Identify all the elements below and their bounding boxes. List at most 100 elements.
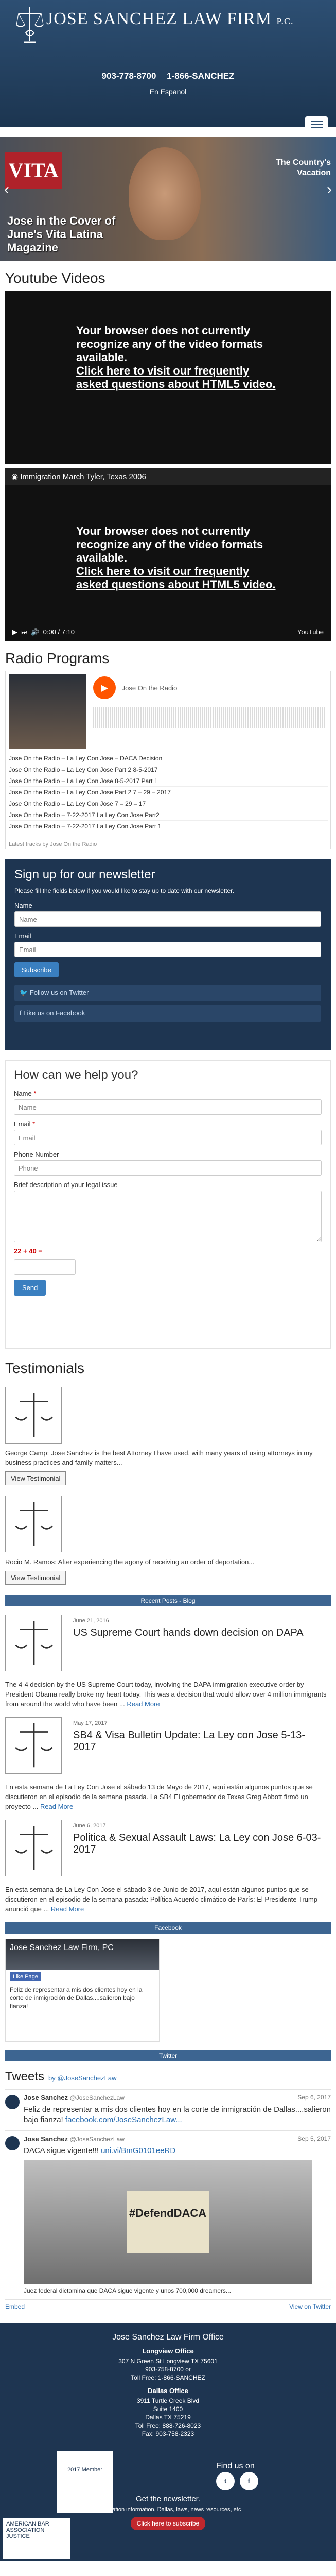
twitter-footer: Embed View on Twitter — [5, 2299, 331, 2313]
language-link[interactable]: En Espanol — [0, 88, 336, 96]
send-button[interactable]: Send — [14, 1280, 46, 1296]
membership-badge: 2017 Member — [57, 2451, 113, 2513]
contact-email-input[interactable] — [14, 1130, 322, 1145]
captcha-question: 22 + 40 = — [14, 1247, 42, 1255]
soundcloud-player[interactable]: ▶ Jose On the Radio Jose On the Radio – … — [5, 671, 331, 849]
avatar — [5, 2095, 20, 2109]
waveform[interactable] — [93, 707, 325, 728]
video-title: ◉ Immigration March Tyler, Texas 2006 — [5, 468, 331, 485]
tweet[interactable]: Jose Sanchez @JoseSanchezLaw Sep 5, 2017… — [5, 2130, 331, 2299]
youtube-logo[interactable]: YouTube — [297, 628, 324, 636]
brand[interactable]: JOSE SANCHEZ LAW FIRM P.C. — [0, 0, 336, 43]
contact-form: How can we help you? Name * Email * Phon… — [5, 1060, 331, 1349]
track-item[interactable]: Jose On the Radio – La Ley Con Jose – DA… — [9, 753, 328, 764]
testimonials-list: George Camp: Jose Sanchez is the best At… — [5, 1387, 331, 1585]
volume-icon[interactable]: 🔊 — [31, 628, 39, 636]
tweet-body: DACA sigue vigente!!! uni.vi/BmG0101eeRD — [24, 2146, 176, 2155]
email-label: Email * — [14, 1120, 36, 1128]
twitter-handle-link[interactable]: by @JoseSanchezLaw — [48, 2074, 116, 2082]
radio-station-name[interactable]: Jose On the Radio — [122, 684, 178, 692]
read-more-link[interactable]: Read More — [127, 1700, 160, 1708]
tweet-date: Sep 5, 2017 — [297, 2135, 331, 2142]
tweets-heading: Tweets by @JoseSanchezLaw — [5, 2070, 117, 2083]
facebook-widget[interactable]: Jose Sanchez Law Firm, PC Like Page Feli… — [5, 1939, 160, 2042]
testimonial-text: Rocio M. Ramos: After experiencing the a… — [5, 1558, 255, 1566]
footer-subscribe-button[interactable]: Click here to subscribe — [130, 2517, 206, 2530]
track-item[interactable]: Jose On the Radio – La Ley Con Jose 7 – … — [9, 798, 328, 809]
header-phones: 903-778-8700 1-866-SANCHEZ — [0, 71, 336, 81]
twitter-bar: Twitter — [5, 2050, 331, 2061]
slider-prev-icon[interactable]: ‹ — [4, 181, 9, 198]
twitter-icon[interactable]: t — [216, 2472, 235, 2490]
post-title[interactable]: Politica & Sexual Assault Laws: La Ley c… — [73, 1832, 325, 1856]
slider-next-icon[interactable]: › — [327, 181, 332, 198]
issue-description-textarea[interactable] — [14, 1191, 322, 1242]
track-item[interactable]: Jose On the Radio – 7-22-2017 La Ley Con… — [9, 821, 328, 832]
name-label: Name — [14, 902, 32, 909]
phone-link-main[interactable]: 903-778-8700 — [102, 71, 156, 81]
track-item[interactable]: Jose On the Radio – La Ley Con Jose 8-5-… — [9, 775, 328, 787]
radio-footer[interactable]: Latest tracks by Jose On the Radio — [9, 841, 97, 848]
video-player[interactable]: Your browser does not currently recogniz… — [5, 291, 331, 464]
tweet-link[interactable]: facebook.com/JoseSanchezLaw... — [65, 2115, 182, 2124]
facebook-icon[interactable]: f — [239, 2472, 258, 2490]
blog-post: May 17, 2017 SB4 & Visa Bulletin Update:… — [5, 1717, 331, 1811]
facebook-post-text: Feliz de representar a mis dos clientes … — [10, 1986, 143, 2010]
video-avatar-icon: ◉ — [11, 472, 19, 481]
newsletter-name-input[interactable] — [14, 911, 321, 927]
radio-heading: Radio Programs — [5, 650, 110, 666]
hamburger-icon — [311, 121, 323, 122]
newsletter-heading: Sign up for our newsletter — [14, 868, 155, 882]
aba-logo: AMERICAN BAR ASSOCIATION JUSTICE — [3, 2518, 70, 2559]
read-more-link[interactable]: Read More — [51, 1905, 84, 1913]
contact-heading: How can we help you? — [14, 1068, 138, 1082]
scales-of-justice-icon — [5, 1717, 62, 1774]
contact-phone-input[interactable] — [14, 1160, 322, 1176]
newsletter-description: Please fill the fields below if you woul… — [14, 887, 234, 894]
html5-faq-link[interactable]: Click here to visit our frequently asked… — [76, 364, 276, 391]
post-excerpt: En esta semana de La Ley Con Jose el sáb… — [5, 1783, 313, 1810]
subscribe-button[interactable]: Subscribe — [14, 962, 59, 977]
track-item[interactable]: Jose On the Radio – La Ley Con Jose Part… — [9, 764, 328, 775]
name-label: Name * — [14, 1090, 37, 1097]
tweet-image[interactable]: #DefendDACA — [24, 2160, 312, 2284]
tweet[interactable]: Jose Sanchez @JoseSanchezLaw Sep 6, 2017… — [5, 2089, 331, 2130]
facebook-like-page-button[interactable]: Like Page — [10, 1972, 41, 1981]
page: JOSE SANCHEZ LAW FIRM P.C. 903-778-8700 … — [0, 0, 336, 2561]
track-item[interactable]: Jose On the Radio – 7-22-2017 La Ley Con… — [9, 809, 328, 821]
phone-link-tollfree[interactable]: 1-866-SANCHEZ — [167, 71, 234, 81]
read-more-link[interactable]: Read More — [40, 1803, 73, 1810]
html5-faq-link[interactable]: Click here to visit our frequently asked… — [76, 565, 276, 591]
post-excerpt: The 4-4 decision by the US Supreme Court… — [5, 1681, 327, 1708]
facebook-page-name[interactable]: Jose Sanchez Law Firm, PC — [6, 1939, 159, 1970]
track-item[interactable]: Jose On the Radio – La Ley Con Jose Part… — [9, 787, 328, 798]
tweet-date: Sep 6, 2017 — [297, 2094, 331, 2101]
testimonial: Rocio M. Ramos: After experiencing the a… — [5, 1496, 331, 1585]
view-testimonial-button[interactable]: View Testimonial — [5, 1471, 66, 1485]
menu-toggle-button[interactable] — [305, 116, 328, 132]
twitter-follow-button[interactable]: 🐦 Follow us on Twitter — [14, 985, 321, 1001]
newsletter-email-input[interactable] — [14, 942, 321, 957]
post-title[interactable]: SB4 & Visa Bulletin Update: La Ley con J… — [73, 1730, 325, 1753]
newsletter-signup: Sign up for our newsletter Please fill t… — [5, 859, 331, 1050]
magazine-logo: VITA — [5, 152, 62, 189]
facebook-like-button[interactable]: f Like us on Facebook — [14, 1005, 321, 1022]
phone-label: Phone Number — [14, 1150, 59, 1158]
tweet-link[interactable]: uni.vi/BmG0101eeRD — [101, 2146, 175, 2155]
hero-slider[interactable]: VITA The Country's Vacation Jose in the … — [0, 137, 336, 261]
view-on-twitter-link[interactable]: View on Twitter — [289, 2303, 331, 2310]
testimonial-text: George Camp: Jose Sanchez is the best At… — [5, 1449, 313, 1466]
captcha-input[interactable] — [14, 1259, 76, 1275]
view-testimonial-button[interactable]: View Testimonial — [5, 1571, 66, 1585]
contact-name-input[interactable] — [14, 1099, 322, 1115]
twitter-embed-link[interactable]: Embed — [5, 2303, 25, 2310]
tweet-body: Feliz de representar a mis dos clientes … — [24, 2105, 331, 2124]
play-icon[interactable]: ▶ — [93, 676, 116, 699]
post-date: May 17, 2017 — [73, 1720, 108, 1726]
video-player[interactable]: ◉ Immigration March Tyler, Texas 2006 Yo… — [5, 468, 331, 641]
post-title[interactable]: US Supreme Court hands down decision on … — [73, 1627, 325, 1639]
scales-of-justice-icon — [5, 1820, 62, 1876]
play-icon[interactable]: ▶ — [12, 628, 17, 636]
next-icon[interactable]: ⏭ — [21, 628, 27, 636]
radio-artwork — [9, 674, 86, 749]
